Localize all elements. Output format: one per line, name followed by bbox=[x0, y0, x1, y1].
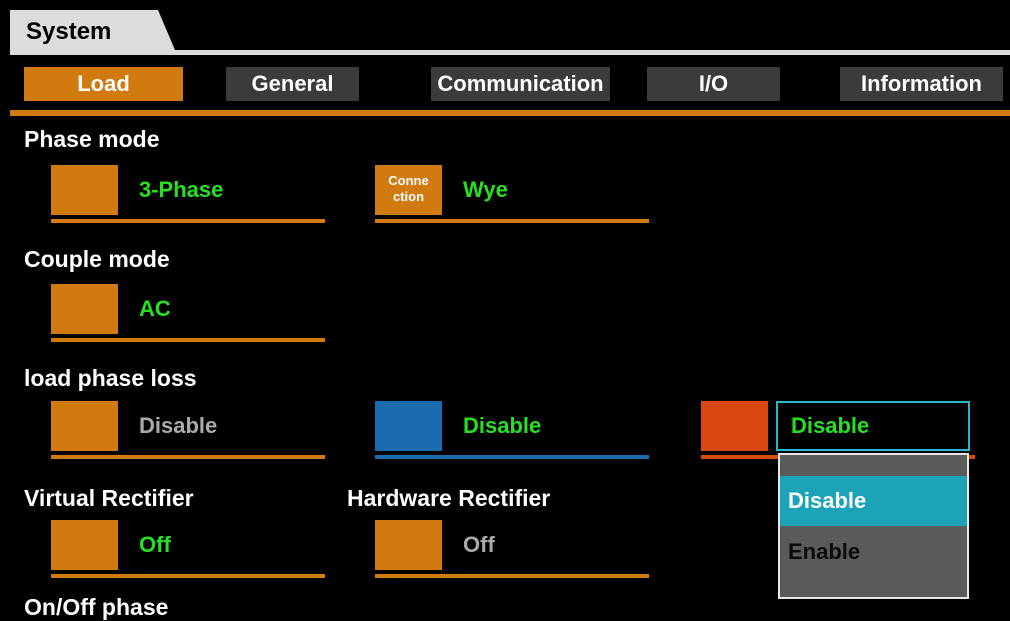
hardware-rectifier-field[interactable]: Off bbox=[450, 520, 643, 570]
phase2-loss-field[interactable]: Disable bbox=[450, 401, 643, 451]
hardware-rectifier-label: Hardware Rectifier bbox=[347, 485, 551, 511]
phase3-swatch bbox=[701, 401, 768, 451]
connection-underline bbox=[375, 219, 649, 223]
tab-communication[interactable]: Communication bbox=[431, 67, 610, 101]
phase1-underline bbox=[51, 455, 325, 459]
phase3-dropdown-list: Disable Enable bbox=[778, 453, 969, 599]
phase1-swatch bbox=[51, 401, 118, 451]
phase2-underline bbox=[375, 455, 649, 459]
connection-field[interactable]: Wye bbox=[450, 165, 643, 215]
tab-information[interactable]: Information bbox=[840, 67, 1003, 101]
phase-mode-swatch bbox=[51, 165, 118, 215]
phase-mode-underline bbox=[51, 219, 325, 223]
phase1-loss-field[interactable]: Disable bbox=[126, 401, 319, 451]
phase-mode-field[interactable]: 3-Phase bbox=[126, 165, 319, 215]
virtual-rectifier-swatch bbox=[51, 520, 118, 570]
phase3-loss-field[interactable]: Disable bbox=[776, 401, 970, 451]
couple-mode-underline bbox=[51, 338, 325, 342]
tab-load[interactable]: Load bbox=[24, 67, 183, 101]
dropdown-option-disable[interactable]: Disable bbox=[780, 476, 967, 526]
title-underline bbox=[10, 50, 1010, 55]
tab-io[interactable]: I/O bbox=[647, 67, 780, 101]
virtual-rectifier-label: Virtual Rectifier bbox=[24, 485, 194, 511]
tab-general[interactable]: General bbox=[226, 67, 359, 101]
tab-underline bbox=[10, 110, 1010, 116]
on-off-phase-label: On/Off phase bbox=[24, 594, 169, 620]
dropdown-option-enable[interactable]: Enable bbox=[780, 527, 967, 577]
virtual-rectifier-underline bbox=[51, 574, 325, 578]
connection-label: Conne ction bbox=[375, 165, 442, 215]
hardware-rectifier-underline bbox=[375, 574, 649, 578]
phase2-swatch bbox=[375, 401, 442, 451]
window-title: System bbox=[10, 10, 175, 50]
couple-mode-field[interactable]: AC bbox=[126, 284, 319, 334]
hardware-rectifier-swatch bbox=[375, 520, 442, 570]
load-phase-loss-label: load phase loss bbox=[24, 365, 197, 391]
couple-mode-label: Couple mode bbox=[24, 246, 170, 272]
phase-mode-label: Phase mode bbox=[24, 126, 160, 152]
virtual-rectifier-field[interactable]: Off bbox=[126, 520, 319, 570]
couple-mode-swatch bbox=[51, 284, 118, 334]
